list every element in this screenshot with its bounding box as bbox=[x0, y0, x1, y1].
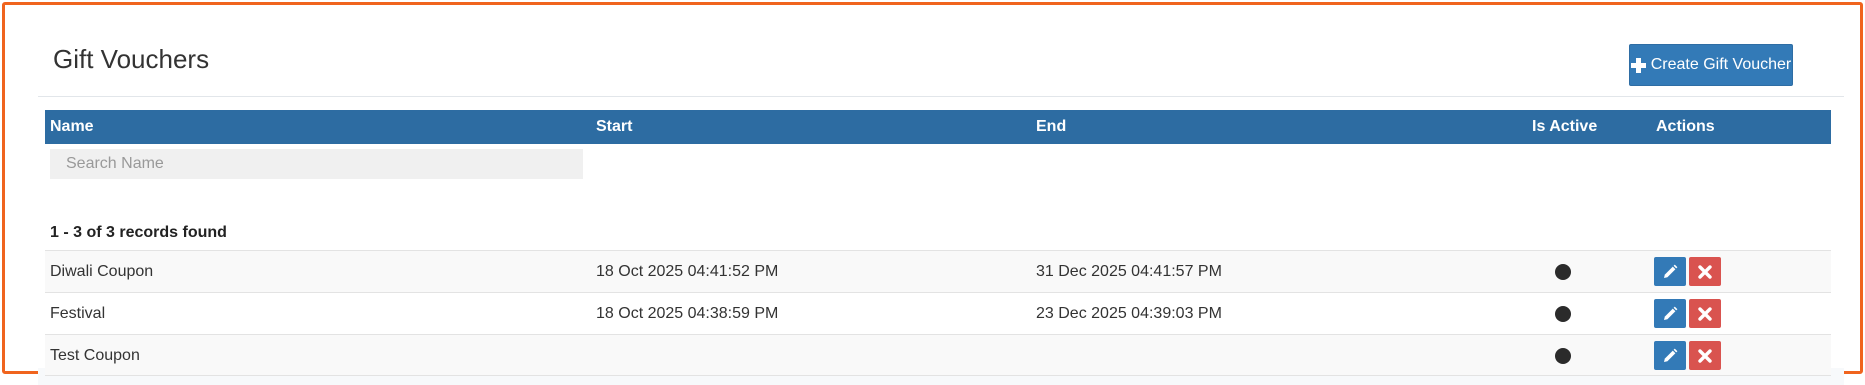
close-icon bbox=[1698, 264, 1712, 279]
voucher-name: Diwali Coupon bbox=[50, 263, 154, 280]
table-row: Festival 18 Oct 2025 04:38:59 PM 23 Dec … bbox=[45, 292, 1831, 334]
active-status-dot-icon bbox=[1555, 306, 1571, 322]
delete-button[interactable] bbox=[1689, 341, 1721, 370]
create-gift-voucher-label: Create Gift Voucher bbox=[1650, 56, 1792, 73]
page-title: Gift Vouchers bbox=[53, 44, 210, 74]
column-header-name[interactable]: Name bbox=[50, 118, 94, 136]
header-divider bbox=[38, 96, 1844, 97]
content-panel: Gift Vouchers Create Gift Voucher Name S… bbox=[38, 22, 1844, 385]
voucher-start: 18 Oct 2025 04:41:52 PM bbox=[596, 263, 779, 280]
filter-row bbox=[45, 144, 1831, 214]
close-icon bbox=[1698, 306, 1712, 321]
edit-button[interactable] bbox=[1654, 257, 1686, 286]
delete-button[interactable] bbox=[1689, 299, 1721, 328]
table-row: Diwali Coupon 18 Oct 2025 04:41:52 PM 31… bbox=[45, 250, 1831, 292]
voucher-name: Test Coupon bbox=[50, 347, 140, 364]
voucher-end: 23 Dec 2025 04:39:03 PM bbox=[1036, 305, 1222, 322]
plus-icon bbox=[1630, 57, 1646, 73]
edit-button[interactable] bbox=[1654, 341, 1686, 370]
close-icon bbox=[1698, 348, 1712, 363]
active-status-dot-icon bbox=[1555, 264, 1571, 280]
search-name-input[interactable] bbox=[50, 149, 583, 179]
voucher-start: 18 Oct 2025 04:38:59 PM bbox=[596, 305, 779, 322]
pencil-icon bbox=[1664, 264, 1678, 278]
delete-button[interactable] bbox=[1689, 257, 1721, 286]
voucher-name: Festival bbox=[50, 305, 106, 322]
voucher-end: 31 Dec 2025 04:41:57 PM bbox=[1036, 263, 1222, 280]
pencil-icon bbox=[1664, 348, 1678, 362]
table-header: Name Start End Is Active Actions bbox=[45, 110, 1831, 144]
column-header-actions: Actions bbox=[1656, 118, 1715, 135]
table-row: Test Coupon bbox=[45, 334, 1831, 376]
column-header-start[interactable]: Start bbox=[596, 118, 632, 136]
edit-button[interactable] bbox=[1654, 299, 1686, 328]
active-status-dot-icon bbox=[1555, 348, 1571, 364]
column-header-end[interactable]: End bbox=[1036, 118, 1066, 136]
gift-vouchers-table: Name Start End Is Active Actions 1 - 3 o… bbox=[45, 110, 1831, 376]
records-found-text: 1 - 3 of 3 records found bbox=[50, 224, 227, 241]
create-gift-voucher-button[interactable]: Create Gift Voucher bbox=[1629, 44, 1793, 86]
pencil-icon bbox=[1664, 306, 1678, 320]
column-header-is-active[interactable]: Is Active bbox=[1532, 118, 1597, 136]
panel-card: Gift Vouchers Create Gift Voucher Name S… bbox=[38, 22, 1844, 376]
